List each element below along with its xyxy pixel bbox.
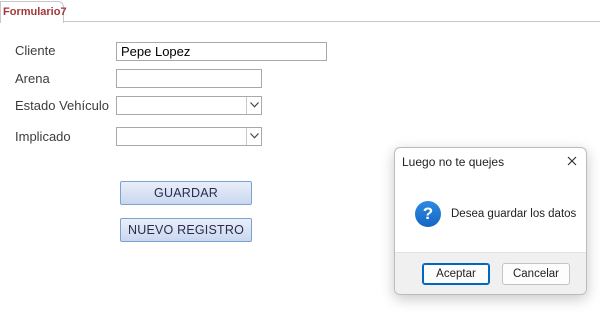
document-tab-strip: Formulario7 xyxy=(0,0,600,23)
cliente-input[interactable]: Pepe Lopez xyxy=(116,42,327,61)
dialog-footer: Aceptar Cancelar xyxy=(395,252,586,294)
estado-vehiculo-dropdown-button[interactable] xyxy=(246,97,261,114)
implicado-label: Implicado xyxy=(15,129,71,144)
close-icon[interactable] xyxy=(565,154,579,168)
confirm-dialog: Luego no te quejes ? Desea guardar los d… xyxy=(394,147,587,295)
cliente-label: Cliente xyxy=(15,43,56,58)
arena-input[interactable] xyxy=(116,69,262,88)
aceptar-button[interactable]: Aceptar xyxy=(422,263,490,285)
implicado-combo[interactable] xyxy=(116,127,262,146)
dialog-body: ? Desea guardar los datos xyxy=(395,178,586,252)
question-icon: ? xyxy=(415,201,441,227)
arena-label: Arena xyxy=(15,71,50,86)
tab-formulario7[interactable]: Formulario7 xyxy=(0,1,67,23)
nuevo-registro-button[interactable]: NUEVO REGISTRO xyxy=(120,218,252,242)
guardar-button[interactable]: GUARDAR xyxy=(120,181,252,205)
chevron-down-icon xyxy=(250,133,259,139)
implicado-dropdown-button[interactable] xyxy=(246,128,261,145)
dialog-message: Desea guardar los datos xyxy=(451,208,577,220)
estado-vehiculo-label: Estado Vehículo xyxy=(15,98,109,113)
estado-vehiculo-combo[interactable] xyxy=(116,96,262,115)
dialog-title: Luego no te quejes xyxy=(402,155,505,169)
cancelar-button[interactable]: Cancelar xyxy=(502,263,570,285)
chevron-down-icon xyxy=(250,102,259,108)
tab-label: Formulario7 xyxy=(3,6,67,18)
